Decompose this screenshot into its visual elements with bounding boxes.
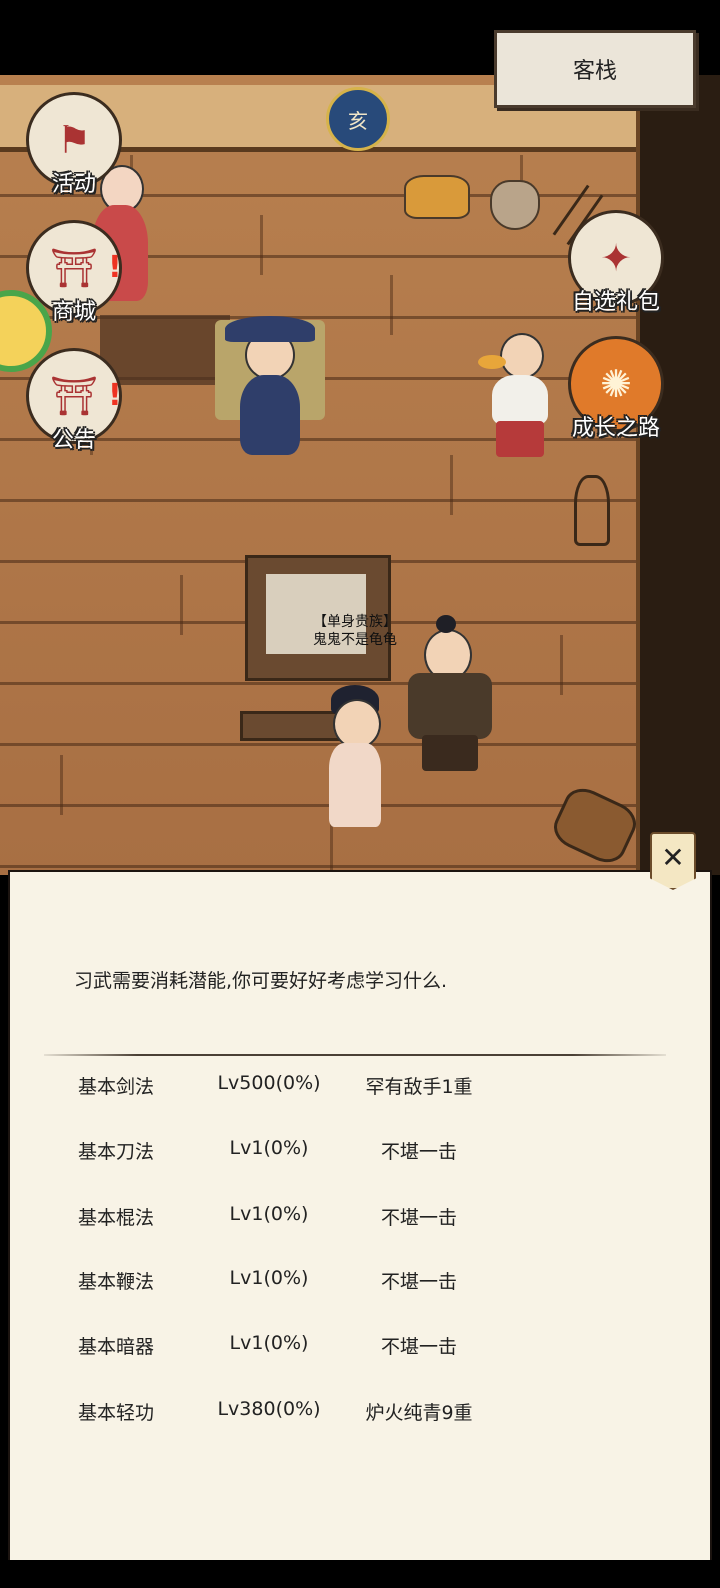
skill-row[interactable]: 基本鞭法 Lv1(0%) 不堪一击 bbox=[0, 1267, 720, 1297]
shop-label: 商城 bbox=[51, 300, 96, 325]
skill-level: Lv1(0%) bbox=[229, 1267, 309, 1289]
sack bbox=[490, 180, 540, 230]
skill-row[interactable]: 基本轻功 Lv380(0%) 炉火纯青9重 bbox=[0, 1398, 720, 1428]
npc-merchant[interactable] bbox=[205, 300, 335, 465]
grain-bag bbox=[404, 175, 470, 219]
npc-swordsman[interactable] bbox=[400, 615, 505, 775]
skill-name: 基本轻功 bbox=[78, 1402, 155, 1424]
skill-rank: 不堪一击 bbox=[380, 1141, 457, 1163]
skill-level: Lv1(0%) bbox=[229, 1137, 309, 1159]
bottom-bar bbox=[0, 1560, 720, 1588]
alert-icon: ! bbox=[108, 378, 122, 413]
skill-rank: 罕有敌手1重 bbox=[365, 1076, 473, 1098]
barrel bbox=[547, 781, 643, 870]
weapon-rack bbox=[574, 475, 610, 546]
dialog-prompt: 习武需要消耗潜能,你可要好好考虑学习什么. bbox=[74, 970, 448, 992]
skill-rank: 不堪一击 bbox=[380, 1271, 457, 1293]
location-name: 客栈 bbox=[494, 30, 696, 108]
skill-name: 基本剑法 bbox=[78, 1076, 155, 1098]
growth-path-label: 成长之路 bbox=[571, 416, 660, 441]
player-character[interactable] bbox=[315, 685, 395, 830]
skill-row[interactable]: 基本暗器 Lv1(0%) 不堪一击 bbox=[0, 1332, 720, 1362]
skill-name: 基本棍法 bbox=[78, 1207, 155, 1229]
skill-rank: 不堪一击 bbox=[380, 1207, 457, 1229]
activity-label: 活动 bbox=[51, 172, 96, 197]
skill-rank: 炉火纯青9重 bbox=[365, 1402, 473, 1424]
alert-icon: ! bbox=[108, 250, 122, 285]
right-wall bbox=[640, 75, 720, 875]
skill-level: Lv380(0%) bbox=[217, 1398, 321, 1420]
notice-button[interactable]: ⛩ 公告 ! bbox=[24, 348, 124, 454]
divider bbox=[44, 1054, 666, 1056]
gift-pack-label: 自选礼包 bbox=[571, 290, 660, 315]
skill-level: Lv1(0%) bbox=[229, 1332, 309, 1354]
skill-name: 基本鞭法 bbox=[78, 1271, 155, 1293]
location-label: 客栈 bbox=[572, 59, 617, 84]
shop-button[interactable]: ⛩ 商城 ! bbox=[24, 220, 124, 326]
skill-row[interactable]: 基本刀法 Lv1(0%) 不堪一击 bbox=[0, 1137, 720, 1167]
growth-path-button[interactable]: ✺ 成长之路 bbox=[566, 336, 666, 442]
notice-label: 公告 bbox=[51, 428, 96, 453]
gift-pack-button[interactable]: ✦ 自选礼包 bbox=[566, 210, 666, 316]
skill-rank: 不堪一击 bbox=[380, 1336, 457, 1358]
time-glyph: 亥 bbox=[348, 108, 368, 133]
skill-level: Lv1(0%) bbox=[229, 1203, 309, 1225]
close-button[interactable]: ✕ bbox=[650, 832, 696, 890]
skill-level: Lv500(0%) bbox=[217, 1072, 321, 1094]
npc-waiter[interactable] bbox=[478, 333, 558, 468]
skill-row[interactable]: 基本棍法 Lv1(0%) 不堪一击 bbox=[0, 1203, 720, 1233]
time-of-day-badge[interactable]: 亥 bbox=[326, 87, 390, 151]
skill-row[interactable]: 基本剑法 Lv500(0%) 罕有敌手1重 bbox=[0, 1072, 720, 1102]
skill-name: 基本暗器 bbox=[78, 1336, 155, 1358]
skill-name: 基本刀法 bbox=[78, 1141, 155, 1163]
activity-button[interactable]: ⚑ 活动 bbox=[24, 92, 124, 198]
close-icon: ✕ bbox=[661, 840, 685, 874]
